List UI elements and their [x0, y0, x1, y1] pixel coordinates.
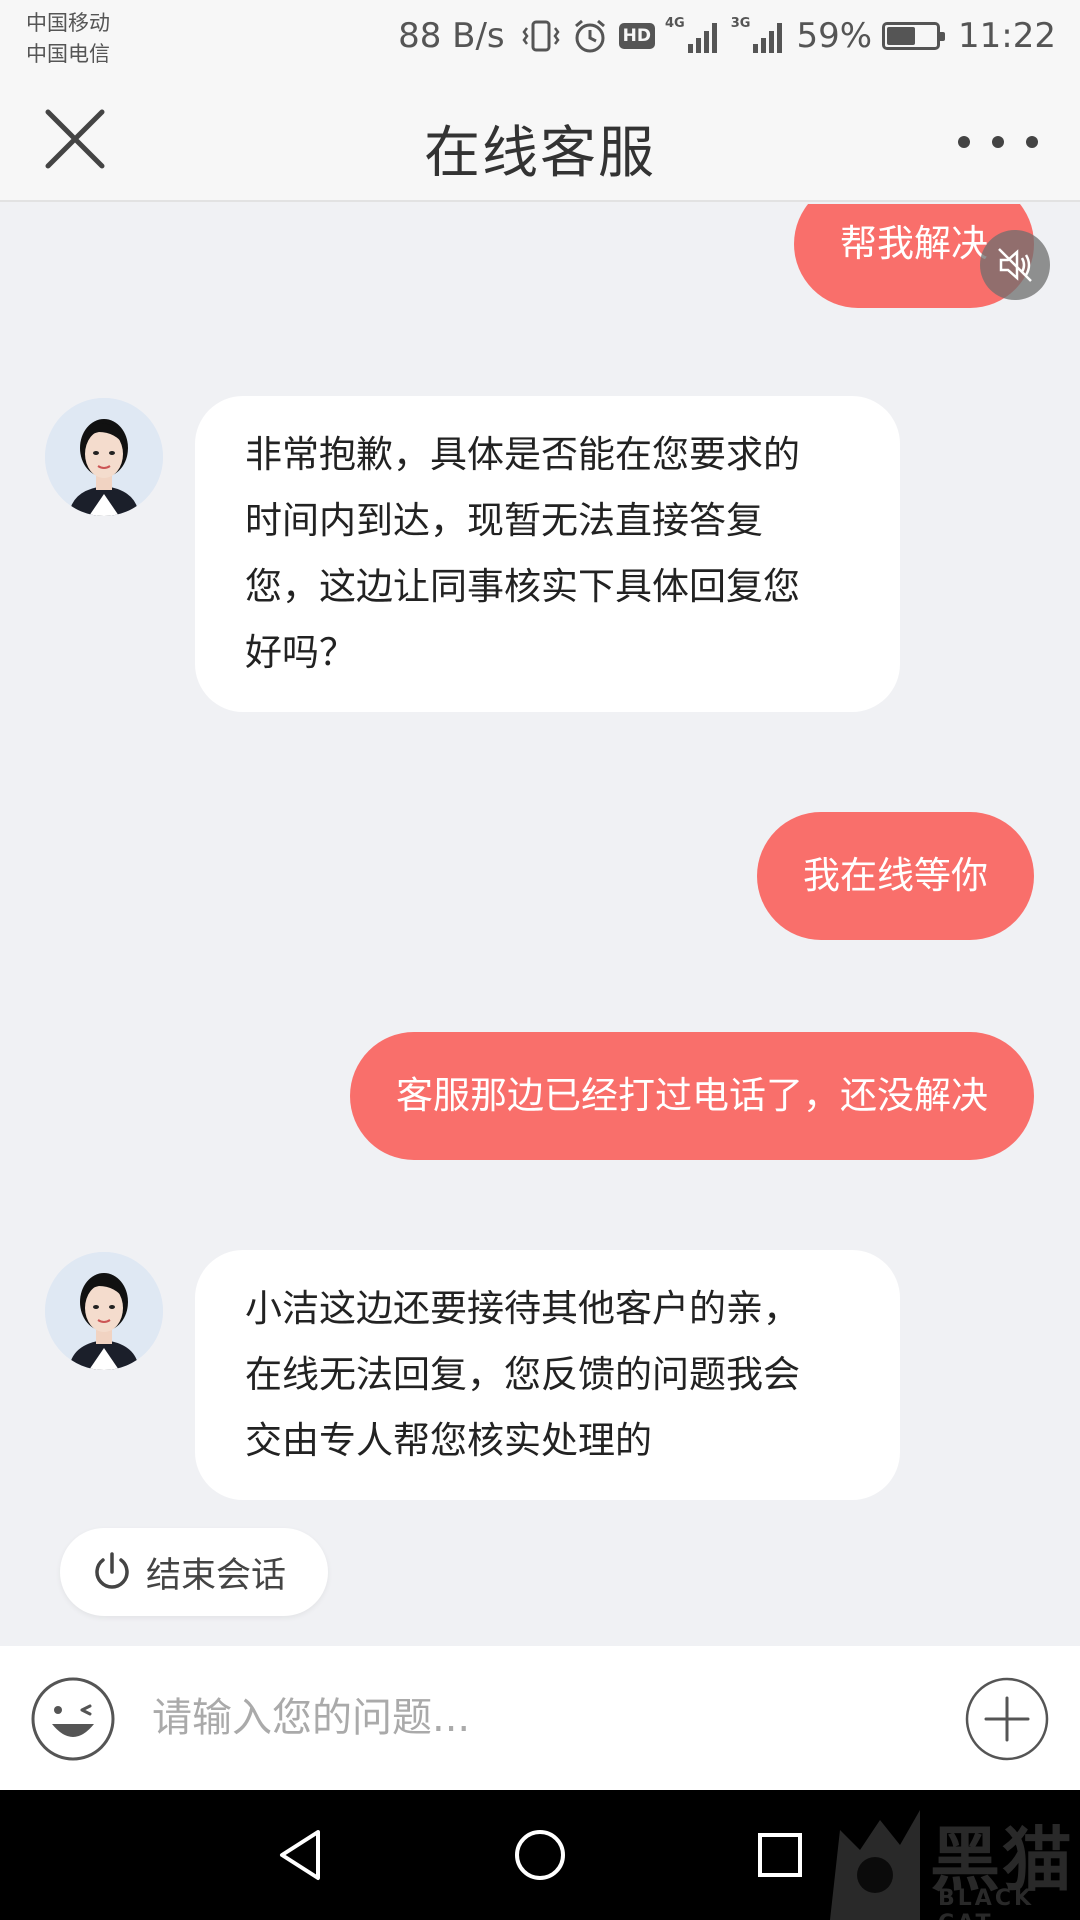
message-input[interactable] — [152, 1678, 912, 1758]
more-button[interactable] — [958, 122, 1038, 162]
emoji-icon — [31, 1677, 115, 1761]
agent-message-bubble[interactable]: 非常抱歉，具体是否能在您要求的 时间内到达，现暂无法直接答复 您，这边让同事核实… — [195, 396, 900, 712]
message-line: 好吗？ — [245, 631, 356, 674]
battery-icon — [882, 22, 946, 50]
more-icon-dot — [992, 136, 1004, 148]
message-text: 我在线等你 — [803, 854, 988, 897]
vibrate-icon — [521, 16, 561, 56]
page-title: 在线客服 — [424, 121, 656, 186]
message-line: 在线无法回复，您反馈的问题我会 — [245, 1353, 800, 1396]
agent-avatar[interactable] — [45, 1252, 163, 1370]
battery-fill — [887, 27, 916, 45]
home-button[interactable] — [505, 1820, 575, 1890]
back-triangle-icon — [280, 1830, 320, 1880]
more-icon-dot — [958, 136, 970, 148]
status-bar: 中国移动 中国电信 88 B/s HD 4G 3G 59% 11:22 — [0, 0, 1080, 78]
emoji-button[interactable] — [30, 1676, 116, 1762]
hd-badge: HD — [618, 23, 655, 49]
net-label-4g: 4G — [665, 16, 685, 31]
back-button[interactable] — [268, 1820, 338, 1890]
plus-icon — [965, 1677, 1049, 1761]
message-line: 非常抱歉，具体是否能在您要求的 — [245, 433, 800, 476]
agent-message-bubble[interactable]: 小洁这边还要接待其他客户的亲， 在线无法回复，您反馈的问题我会 交由专人帮您核实… — [195, 1250, 900, 1500]
message-text: 帮我解决 — [840, 222, 988, 265]
message-line: 时间内到达，现暂无法直接答复 — [245, 499, 763, 542]
net-label-3g: 3G — [730, 16, 751, 31]
signal-icon — [752, 18, 786, 54]
end-session-button[interactable]: 结束会话 — [60, 1528, 328, 1616]
input-bar — [0, 1646, 1080, 1790]
message-text: 客服那边已经打过电话了，还没解决 — [396, 1074, 988, 1117]
clock: 11:22 — [958, 16, 1056, 56]
recents-button[interactable] — [745, 1820, 815, 1890]
speaker-muted-icon — [998, 248, 1032, 282]
watermark-subtext: BLACK CAT — [938, 1886, 1035, 1920]
power-icon — [95, 1552, 129, 1589]
agent-avatar[interactable] — [45, 398, 163, 516]
add-attachment-button[interactable] — [964, 1676, 1050, 1762]
end-session-label: 结束会话 — [146, 1555, 287, 1596]
net-speed: 88 B/s — [398, 16, 505, 56]
status-indicators: 88 B/s HD 4G 3G 59% 11:22 — [398, 14, 1056, 58]
app-header: 在线客服 — [0, 78, 1080, 202]
carrier-2: 中国电信 — [26, 42, 110, 66]
message-line: 您，这边让同事核实下具体回复您 — [245, 565, 800, 608]
carrier-1: 中国移动 — [26, 11, 110, 35]
message-line: 交由专人帮您核实处理的 — [245, 1419, 652, 1462]
recents-square-icon — [758, 1833, 802, 1877]
cat-logo-icon — [830, 1810, 920, 1920]
carrier-labels: 中国移动 中国电信 — [26, 8, 110, 70]
signal-icon — [687, 18, 721, 54]
alarm-icon — [571, 17, 609, 55]
chat-area[interactable]: 帮我解决 非常抱歉，具体是否能在您要求的 时间内到达，现暂无法直接答复 您，这边… — [0, 204, 1080, 1646]
mute-button[interactable] — [980, 230, 1050, 300]
user-message-bubble[interactable]: 客服那边已经打过电话了，还没解决 — [350, 1032, 1034, 1160]
user-message-bubble[interactable]: 我在线等你 — [757, 812, 1034, 940]
watermark-logo: 黑猫 BLACK CAT — [820, 1800, 1080, 1920]
more-icon-dot — [1026, 136, 1038, 148]
battery-percent: 59% — [796, 16, 873, 56]
home-circle-icon — [515, 1830, 565, 1880]
message-line: 小洁这边还要接待其他客户的亲， — [245, 1287, 800, 1330]
